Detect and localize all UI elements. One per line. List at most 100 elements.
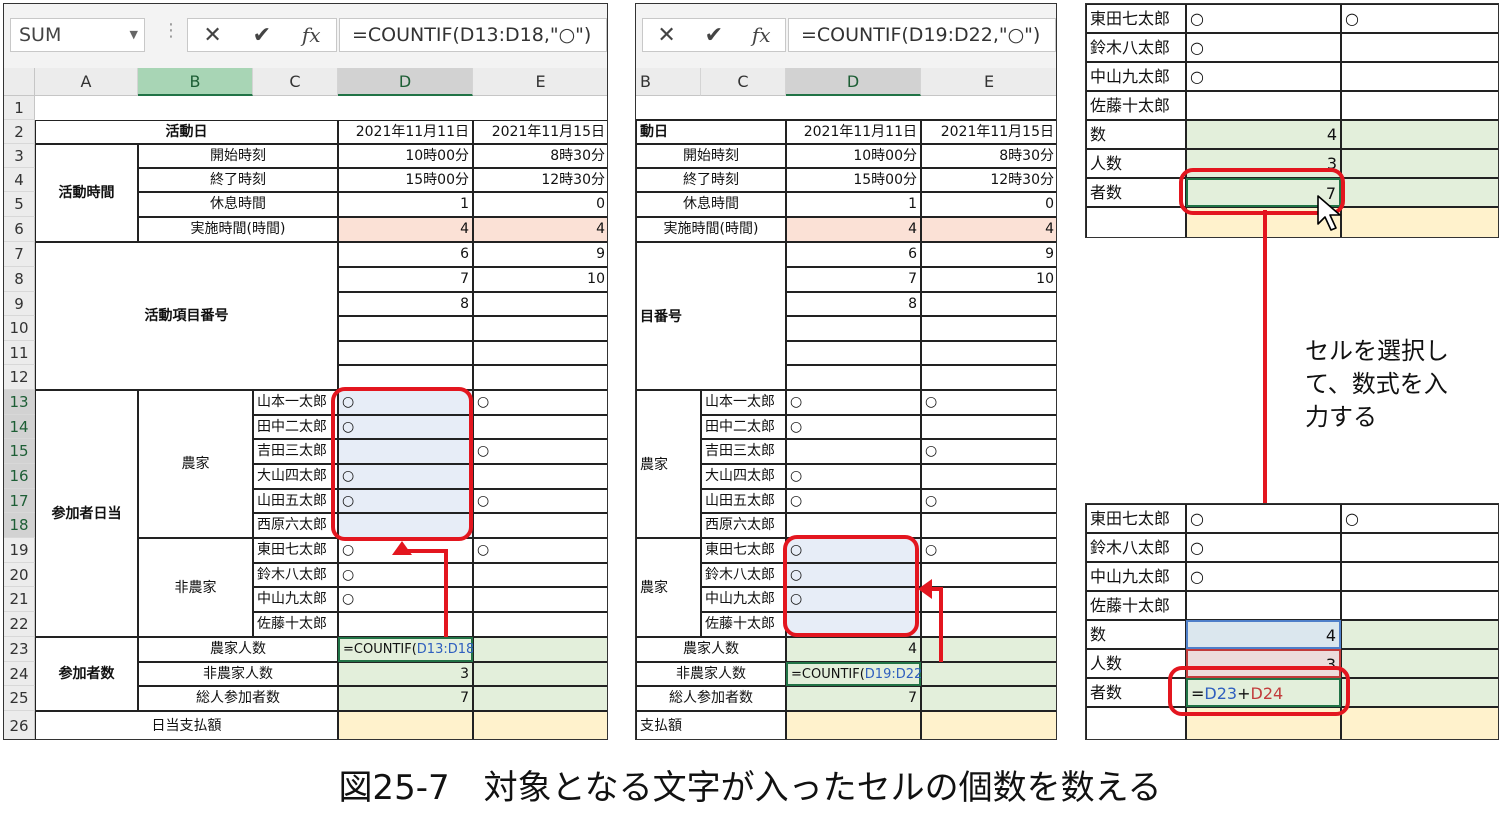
cell-participants-day-label[interactable]: 参加者日当 [35, 390, 138, 637]
column-header-b[interactable]: B [138, 68, 253, 96]
cell-hours-label[interactable]: 実施時間(時間) [636, 217, 786, 242]
cell-activity-date-label[interactable]: 動日 [636, 120, 786, 144]
cancel-icon[interactable]: ✕ [657, 23, 675, 48]
row-header[interactable]: 11 [4, 341, 35, 365]
cell-mark[interactable]: ○ [921, 390, 1056, 415]
row-header[interactable]: 26 [4, 711, 35, 739]
row-header[interactable]: 19 [4, 538, 35, 563]
cell-nonfarm-count-label[interactable]: 非農家人数 [138, 662, 338, 686]
cell-pay-label[interactable] [1086, 707, 1186, 739]
row-header[interactable]: 12 [4, 365, 35, 390]
cell-d11[interactable] [786, 341, 921, 365]
cell-name[interactable]: 吉田三太郎 [701, 439, 786, 464]
cell-farmers-label[interactable]: 農家 [138, 390, 253, 538]
row-header[interactable]: 15 [4, 439, 35, 464]
cell-pay-label[interactable]: 支払額 [636, 711, 786, 739]
cell-break1[interactable]: 1 [786, 192, 921, 217]
cell-date2[interactable]: 2021年11月15日 [921, 120, 1056, 144]
cell-participants-label[interactable]: 参加者数 [35, 637, 138, 711]
cell-e26[interactable] [1341, 207, 1498, 237]
cell-d8[interactable]: 7 [338, 267, 473, 292]
cell-item-no-label[interactable]: 目番号 [636, 242, 786, 390]
cell-name[interactable]: 中山九太郎 [1086, 562, 1186, 591]
cell-mark[interactable]: ○ [338, 563, 473, 587]
cell-e26[interactable] [921, 711, 1056, 739]
cell-mark[interactable]: ○ [338, 587, 473, 612]
cell-end1[interactable]: 15時00分 [786, 168, 921, 192]
cell-d26[interactable] [338, 711, 473, 739]
cell-farm-count-label[interactable]: 数 [1086, 120, 1186, 149]
cell-total-count-label[interactable]: 総人参加者数 [138, 686, 338, 711]
cell-start2[interactable]: 8時30分 [921, 144, 1056, 168]
cell-e24[interactable] [473, 662, 607, 686]
cell-e12[interactable] [921, 365, 1056, 390]
column-header-c[interactable]: C [701, 68, 786, 96]
cell-nonfarm-count-label[interactable]: 非農家人数 [636, 662, 786, 686]
chevron-down-icon[interactable]: ▼ [130, 19, 138, 51]
row-header[interactable]: 8 [4, 267, 35, 292]
cell-e23[interactable] [1341, 120, 1498, 149]
formula-input[interactable]: =COUNTIF(D13:D18,"○") [339, 18, 607, 52]
cell-name[interactable]: 吉田三太郎 [253, 439, 338, 464]
cell-mark[interactable]: ○ [1186, 562, 1341, 591]
cell-e8[interactable]: 10 [921, 267, 1056, 292]
cell-farm-count-label[interactable]: 農家人数 [138, 637, 338, 662]
column-header-e[interactable]: E [473, 68, 607, 96]
row-header[interactable]: 9 [4, 292, 35, 316]
cell-end-label[interactable]: 終了時刻 [636, 168, 786, 192]
cell-d8[interactable]: 7 [786, 267, 921, 292]
name-box[interactable]: SUM ▼ [10, 18, 145, 52]
row-header[interactable]: 7 [4, 242, 35, 267]
column-header-a[interactable]: A [35, 68, 138, 96]
column-header-e[interactable]: E [921, 68, 1056, 96]
row-1[interactable] [636, 96, 1056, 120]
cell-activity-date-label[interactable]: 活動日 [35, 120, 338, 144]
cell-name[interactable]: 西原六太郎 [701, 513, 786, 538]
cell-e24[interactable] [1341, 649, 1498, 678]
enter-check-icon[interactable]: ✔ [253, 23, 271, 48]
cell-d25[interactable]: 7 [338, 686, 473, 711]
cell-name[interactable]: 中山九太郎 [1086, 62, 1186, 91]
cell-total-count-label[interactable]: 者数 [1086, 178, 1186, 207]
row-header[interactable]: 1 [4, 96, 35, 120]
cell-e11[interactable] [473, 341, 607, 365]
cell-name[interactable]: 佐藤十太郎 [1086, 591, 1186, 620]
cell-empty[interactable] [473, 612, 607, 637]
cell-e25[interactable] [921, 686, 1056, 711]
cell-e8[interactable]: 10 [473, 267, 607, 292]
cell-end1[interactable]: 15時00分 [338, 168, 473, 192]
cell-e23[interactable] [473, 637, 607, 662]
cell-name[interactable]: 東田七太郎 [1086, 504, 1186, 533]
cell-start-label[interactable]: 開始時刻 [138, 144, 338, 168]
cell-e26[interactable] [1341, 707, 1498, 739]
cell-start1[interactable]: 10時00分 [786, 144, 921, 168]
insert-function-icon[interactable]: fx [752, 23, 771, 47]
cell-name[interactable]: 佐藤十太郎 [1086, 91, 1186, 120]
row-header[interactable]: 3 [4, 144, 35, 168]
row-header[interactable]: 20 [4, 563, 35, 587]
cell-d26[interactable] [786, 711, 921, 739]
cell-pay-label[interactable] [1086, 207, 1186, 237]
cell-name[interactable]: 田中二太郎 [701, 415, 786, 439]
cell-mark[interactable]: ○ [1186, 504, 1341, 533]
cell-farm-count-label[interactable]: 農家人数 [636, 637, 786, 662]
cell-empty[interactable] [473, 587, 607, 612]
cell-empty[interactable] [1186, 591, 1341, 620]
cell-empty[interactable] [473, 415, 607, 439]
row-header[interactable]: 10 [4, 316, 35, 341]
cell-empty[interactable] [338, 612, 473, 637]
cell-mark[interactable]: ○ [473, 439, 607, 464]
cell-name[interactable]: 山田五太郎 [253, 489, 338, 513]
cell-mark[interactable]: ○ [786, 464, 921, 489]
cell-hours2[interactable]: 4 [473, 217, 607, 242]
cell-e25[interactable] [1341, 678, 1498, 707]
row-header[interactable]: 4 [4, 168, 35, 192]
cell-hours1[interactable]: 4 [786, 217, 921, 242]
cell-pay-label[interactable]: 日当支払額 [35, 711, 338, 739]
cell-d23-referenced[interactable]: 4 [1186, 620, 1341, 649]
cell-break-label[interactable]: 休息時間 [138, 192, 338, 217]
cell-name[interactable]: 中山九太郎 [253, 587, 338, 612]
cell-empty[interactable] [1341, 591, 1498, 620]
cell-mark[interactable]: ○ [1341, 4, 1498, 33]
cell-d23-editing[interactable]: =COUNTIF(D13:D18,"○") [338, 637, 507, 662]
